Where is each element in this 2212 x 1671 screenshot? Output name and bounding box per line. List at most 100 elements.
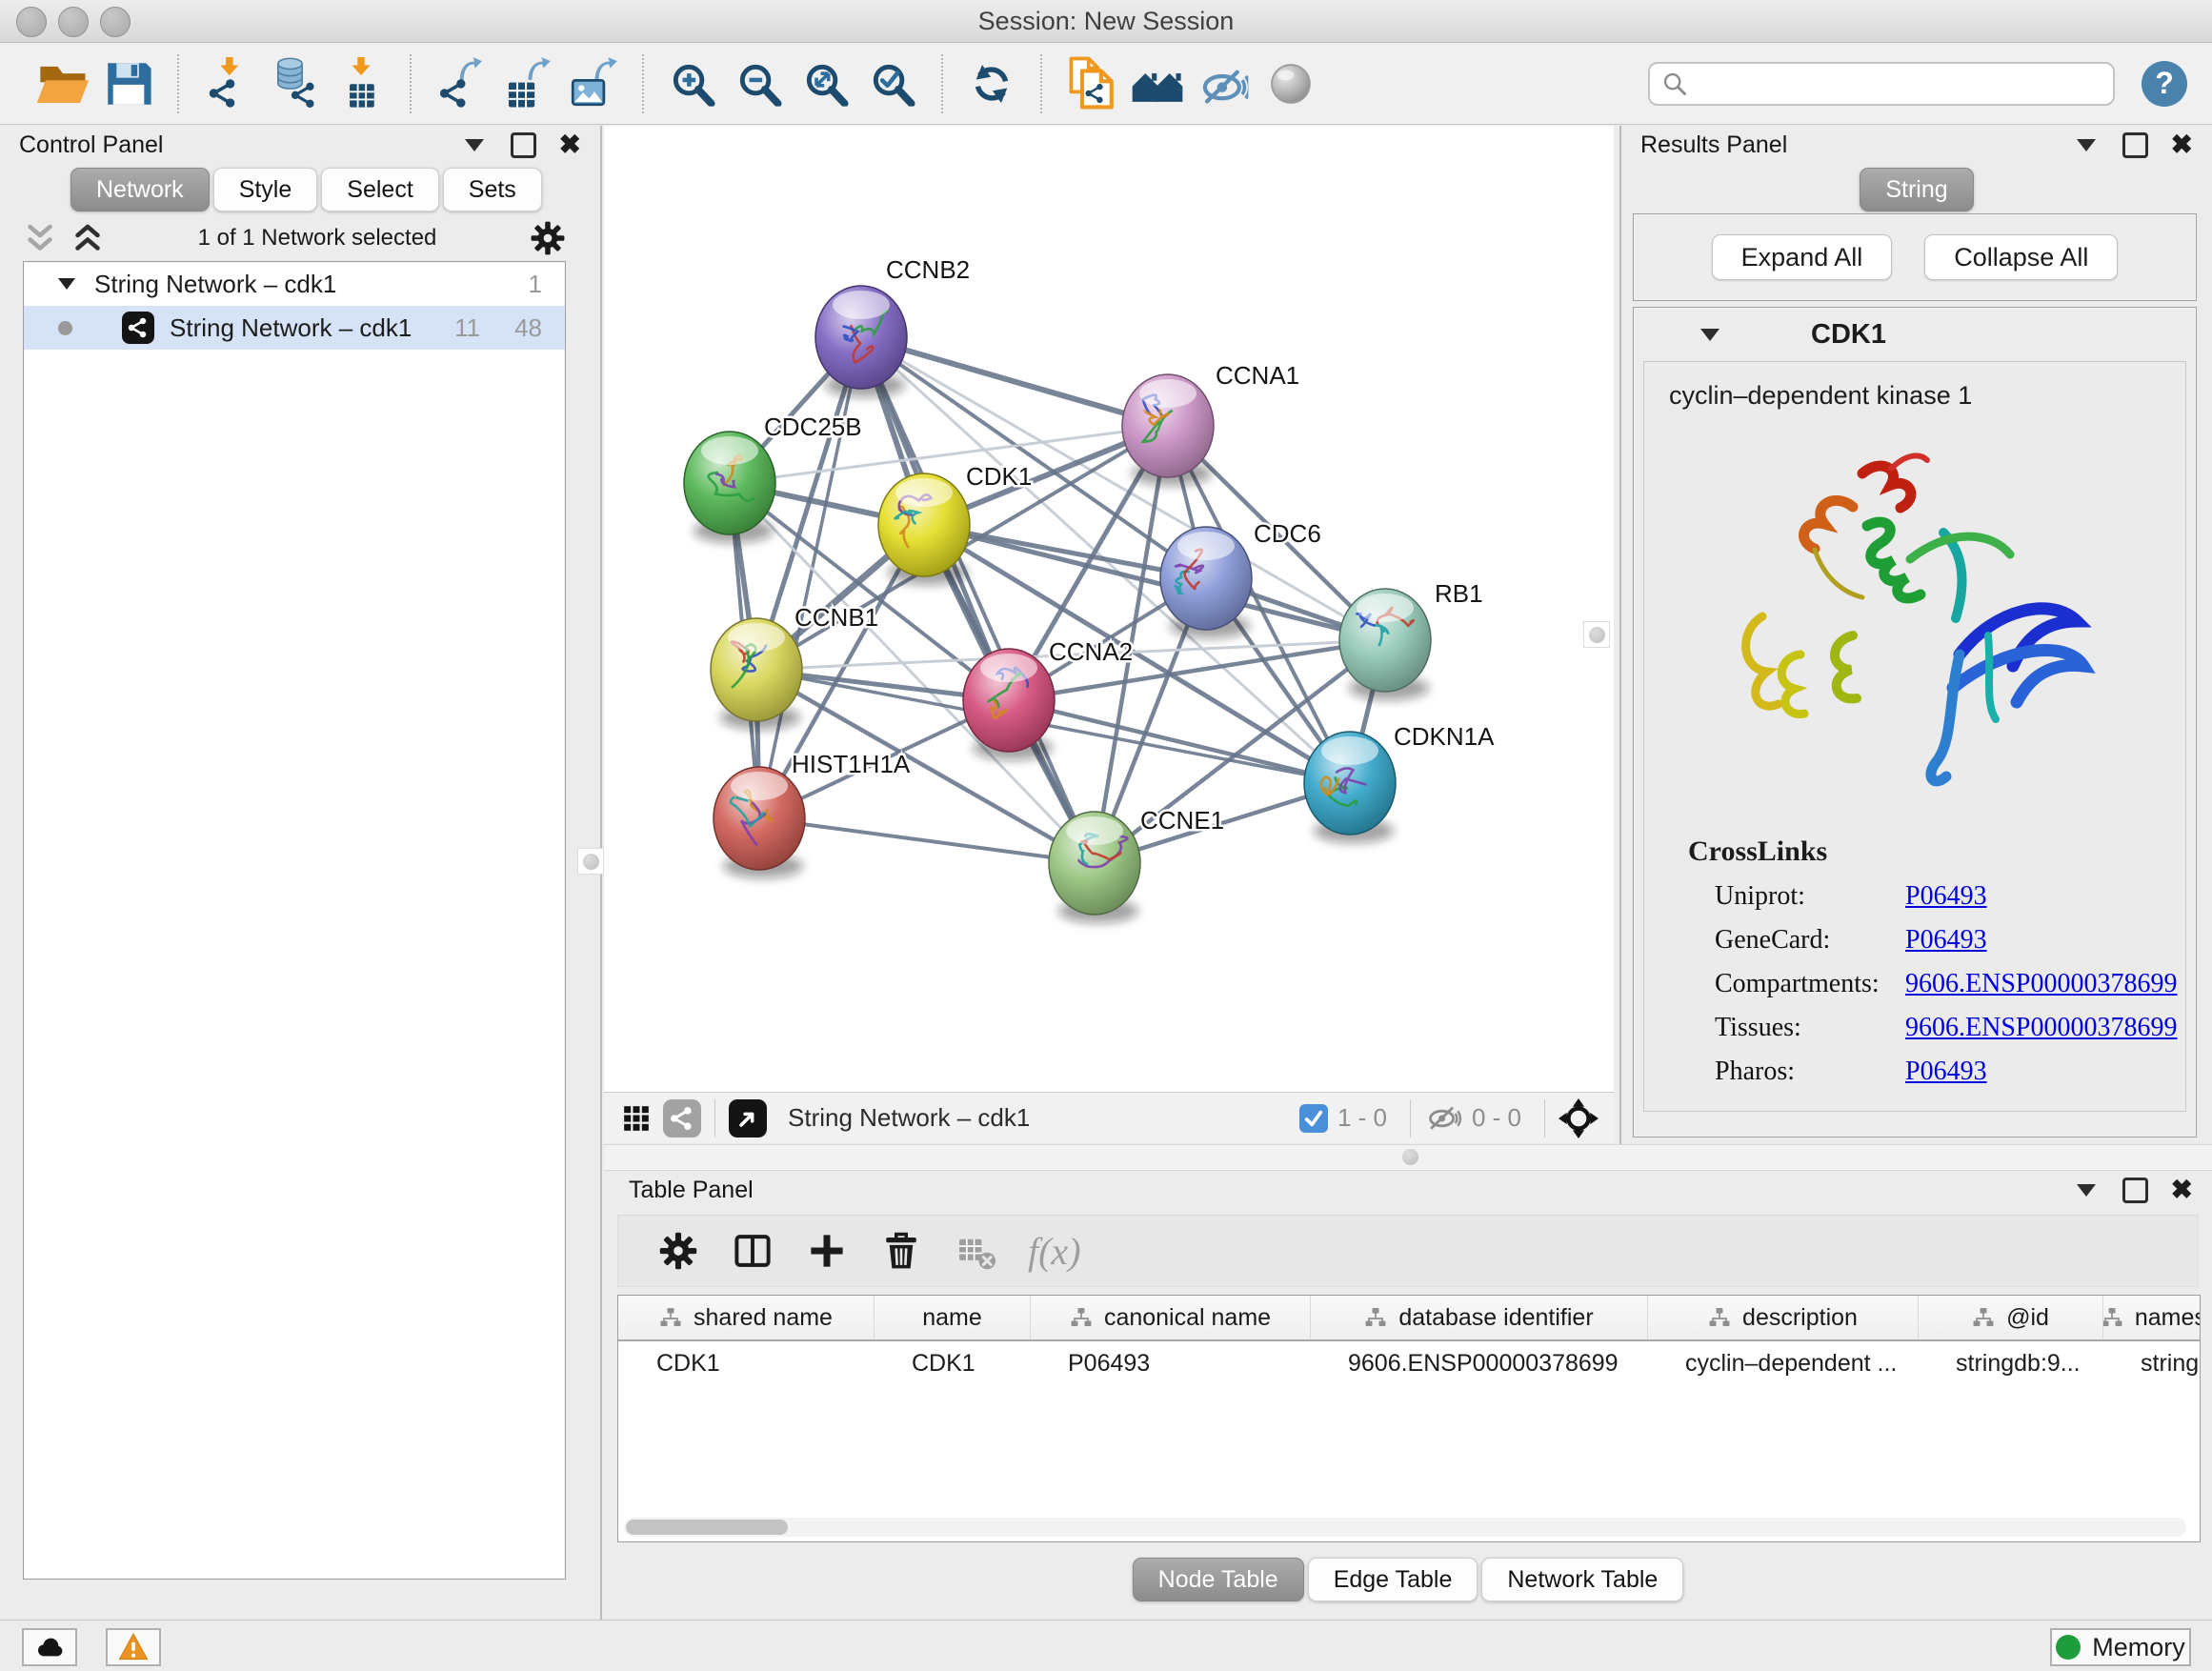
network-node-CDC6[interactable] bbox=[1160, 527, 1252, 638]
network-node-CCNA1[interactable] bbox=[1122, 374, 1214, 486]
node-label-RB1: RB1 bbox=[1435, 579, 1483, 608]
column-header-shared-name[interactable]: shared name bbox=[618, 1296, 874, 1339]
crosslink-compartments[interactable]: 9606.ENSP00000378699 bbox=[1905, 969, 2177, 999]
tree-expand-caret-icon[interactable] bbox=[58, 278, 75, 290]
network-node-HIST1H1A[interactable] bbox=[714, 767, 805, 878]
expand-all-button[interactable]: Expand All bbox=[1712, 234, 1893, 280]
search-icon bbox=[1661, 70, 1688, 97]
import-table-button[interactable] bbox=[328, 50, 394, 117]
table-horizontal-scrollbar[interactable] bbox=[624, 1518, 2186, 1537]
import-database-button[interactable] bbox=[261, 50, 328, 117]
crosslink-genecard[interactable]: P06493 bbox=[1905, 925, 1987, 956]
vertical-splitter-handle[interactable] bbox=[1583, 621, 1610, 648]
float-panel-button[interactable] bbox=[2122, 1178, 2148, 1203]
table-header-row: shared namenamecanonical namedatabase id… bbox=[618, 1296, 2200, 1341]
network-tree-row[interactable]: String Network – cdk11 bbox=[24, 262, 565, 306]
houses-button[interactable] bbox=[1124, 50, 1191, 117]
close-panel-button[interactable]: ✖ bbox=[559, 131, 581, 158]
grid-view-button[interactable] bbox=[617, 1099, 655, 1137]
network-edge[interactable] bbox=[759, 337, 861, 818]
float-panel-button[interactable] bbox=[2122, 132, 2148, 158]
zoom-selected-button[interactable] bbox=[859, 50, 926, 117]
open-folder-button[interactable] bbox=[29, 50, 95, 117]
network-tree-row[interactable]: String Network – cdk11148 bbox=[24, 306, 565, 350]
close-panel-button[interactable]: ✖ bbox=[2171, 1177, 2193, 1203]
selected-checkbox-icon[interactable] bbox=[1299, 1104, 1328, 1133]
crosslink-tissues[interactable]: 9606.ENSP00000378699 bbox=[1905, 1013, 2177, 1043]
crosslink-pharos[interactable]: P06493 bbox=[1905, 1057, 1987, 1087]
network-options-gear-icon[interactable] bbox=[530, 220, 566, 256]
network-edge[interactable] bbox=[861, 337, 1168, 426]
cloud-sync-button[interactable] bbox=[22, 1628, 77, 1666]
panel-menu-icon[interactable] bbox=[465, 139, 484, 151]
expand-all-icon[interactable] bbox=[70, 221, 105, 255]
float-panel-button[interactable] bbox=[511, 132, 536, 158]
tab-edge-table[interactable]: Edge Table bbox=[1308, 1558, 1478, 1601]
tab-select[interactable]: Select bbox=[321, 168, 438, 211]
network-chip-button[interactable] bbox=[663, 1099, 701, 1137]
panel-menu-icon[interactable] bbox=[2077, 1184, 2096, 1197]
save-session-button[interactable] bbox=[95, 50, 162, 117]
node-label-CCNE1: CCNE1 bbox=[1140, 806, 1224, 835]
tab-network[interactable]: Network bbox=[70, 168, 210, 211]
import-network-button[interactable] bbox=[194, 50, 261, 117]
column-header-namespace[interactable]: namespace bbox=[2102, 1296, 2201, 1339]
column-header-database-identifier[interactable]: database identifier bbox=[1310, 1296, 1647, 1339]
tab-style[interactable]: Style bbox=[213, 168, 318, 211]
column-header-name[interactable]: name bbox=[874, 1296, 1030, 1339]
network-node-CCNB2[interactable] bbox=[815, 286, 907, 397]
tab-node-table[interactable]: Node Table bbox=[1133, 1558, 1304, 1601]
close-panel-button[interactable]: ✖ bbox=[2171, 131, 2193, 158]
document-share-button[interactable] bbox=[1057, 50, 1124, 117]
zoom-in-button[interactable] bbox=[659, 50, 726, 117]
document-share-icon bbox=[1063, 56, 1118, 111]
fit-selected-crosshair-icon[interactable] bbox=[1558, 1098, 1599, 1138]
search-input[interactable] bbox=[1698, 68, 2101, 99]
refresh-network-button[interactable] bbox=[958, 50, 1025, 117]
export-network-button[interactable] bbox=[427, 50, 493, 117]
network-node-CDC25B[interactable] bbox=[684, 432, 775, 543]
network-node-CCNE1[interactable] bbox=[1049, 812, 1140, 923]
add-column-icon[interactable] bbox=[805, 1229, 849, 1273]
help-button[interactable]: ? bbox=[2142, 61, 2187, 107]
network-canvas[interactable]: CCNB2CCNA1CDC25BCDK1CDC6RB1CCNB1CCNA2CDK… bbox=[604, 126, 1614, 1092]
protein-structure-image bbox=[1710, 416, 2120, 826]
network-node-RB1[interactable] bbox=[1339, 589, 1431, 700]
export-image-button[interactable] bbox=[560, 50, 627, 117]
collapse-all-icon[interactable] bbox=[23, 221, 57, 255]
open-in-new-button[interactable] bbox=[729, 1099, 767, 1137]
table-cell: P06493 bbox=[1030, 1341, 1310, 1385]
network-count: 1 bbox=[529, 270, 565, 299]
column-header-description[interactable]: description bbox=[1647, 1296, 1918, 1339]
zoom-out-button[interactable] bbox=[726, 50, 793, 117]
network-node-CCNA2[interactable] bbox=[963, 649, 1055, 760]
section-collapse-icon[interactable] bbox=[1700, 329, 1719, 341]
network-node-CCNB1[interactable] bbox=[711, 618, 802, 730]
network-edge[interactable] bbox=[861, 337, 1095, 863]
table-options-gear-icon[interactable] bbox=[656, 1229, 700, 1273]
hide-items-button[interactable] bbox=[1191, 50, 1257, 117]
collapse-all-button[interactable]: Collapse All bbox=[1924, 234, 2118, 280]
column-header-canonical-name[interactable]: canonical name bbox=[1030, 1296, 1310, 1339]
column-header-id[interactable]: @id bbox=[1918, 1296, 2102, 1339]
memory-button[interactable]: Memory bbox=[2050, 1628, 2191, 1666]
network-edge[interactable] bbox=[759, 818, 1095, 863]
tab-network-table[interactable]: Network Table bbox=[1481, 1558, 1683, 1601]
panel-menu-icon[interactable] bbox=[2077, 139, 2096, 151]
hierarchy-icon bbox=[1070, 1306, 1093, 1329]
tab-string[interactable]: String bbox=[1860, 168, 1973, 211]
delete-column-trash-icon[interactable] bbox=[879, 1229, 923, 1273]
search-box[interactable] bbox=[1648, 62, 2115, 106]
export-table-button[interactable] bbox=[493, 50, 560, 117]
horizontal-splitter[interactable] bbox=[604, 1144, 2212, 1171]
warnings-button[interactable] bbox=[106, 1628, 161, 1666]
tab-sets[interactable]: Sets bbox=[443, 168, 542, 211]
show-columns-icon[interactable] bbox=[731, 1229, 774, 1273]
network-node-CDKN1A[interactable] bbox=[1304, 732, 1396, 843]
zoom-fit-button[interactable] bbox=[793, 50, 859, 117]
network-node-CDK1[interactable] bbox=[878, 473, 970, 585]
vertical-splitter-handle[interactable] bbox=[577, 848, 604, 875]
crosslink-uniprot[interactable]: P06493 bbox=[1905, 881, 1987, 912]
table-row[interactable]: CDK1CDK1P064939606.ENSP00000378699cyclin… bbox=[618, 1341, 2200, 1385]
show-items-button[interactable] bbox=[1257, 50, 1324, 117]
